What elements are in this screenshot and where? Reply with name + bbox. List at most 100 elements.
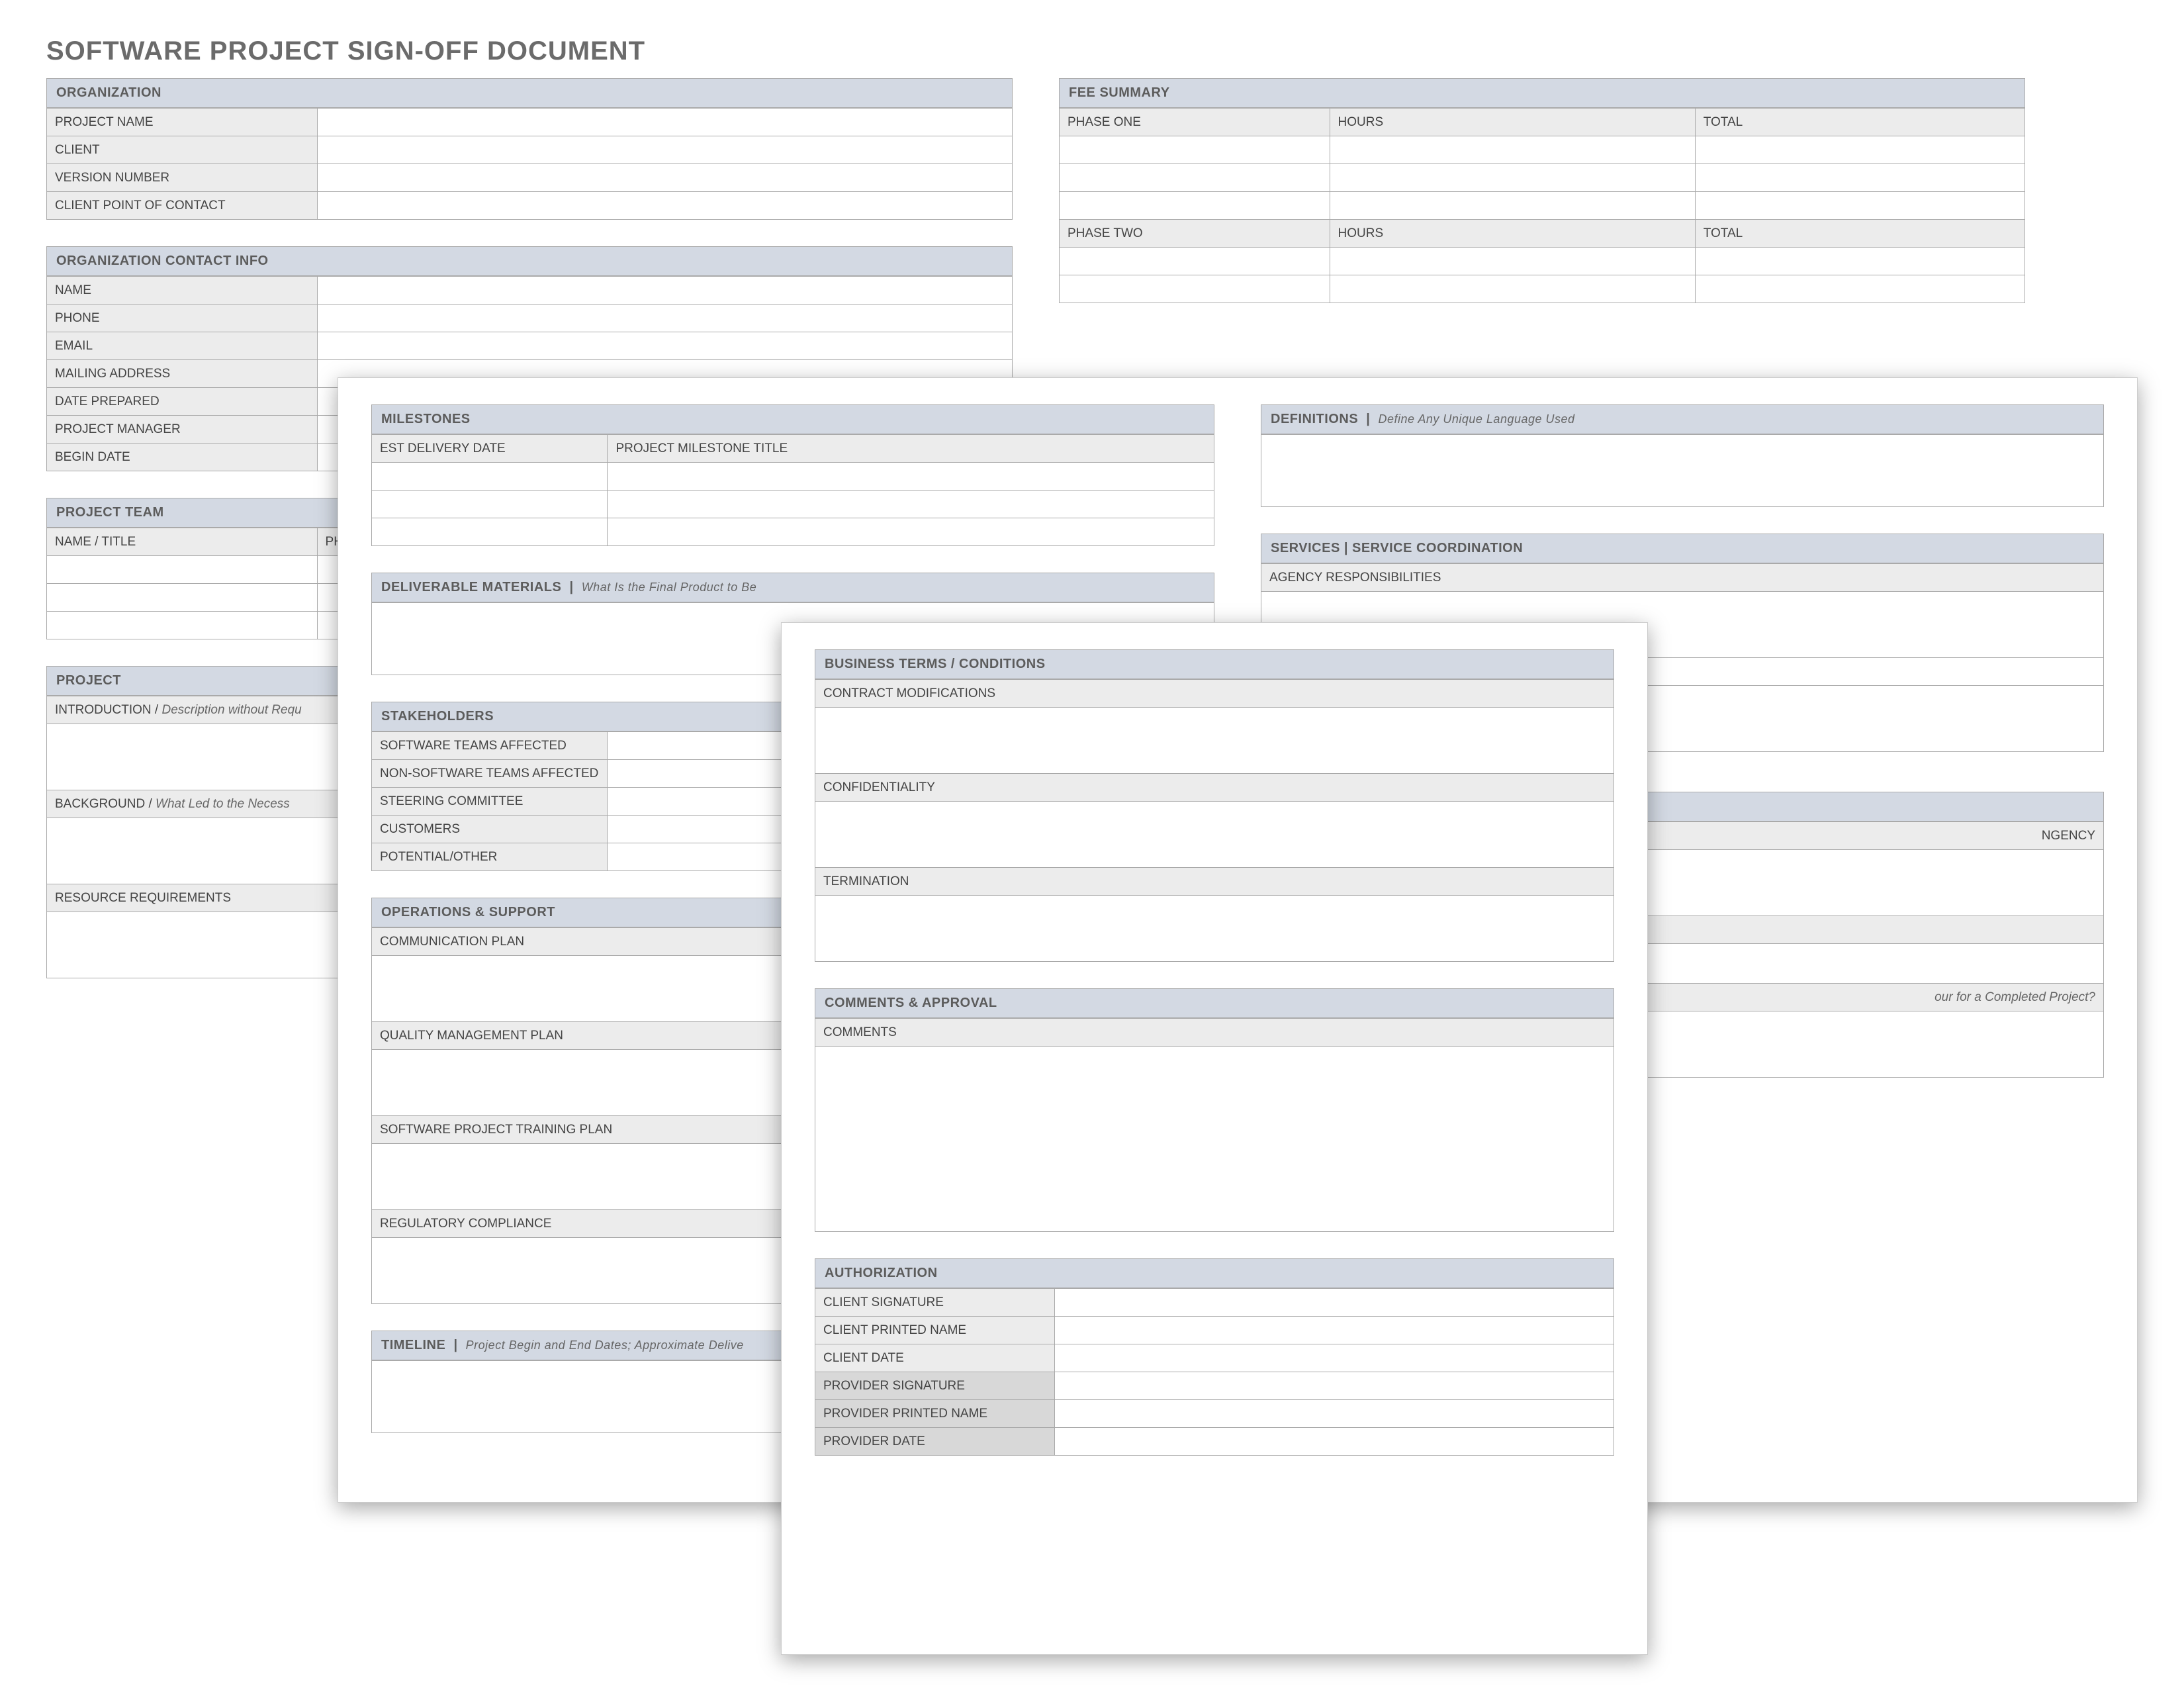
business-terms-table: CONTRACT MODIFICATIONS CONFIDENTIALITY T… <box>815 679 1614 962</box>
ms-r3-b[interactable] <box>608 518 1214 546</box>
bt-term-value[interactable] <box>815 896 1614 962</box>
pt-row1-name[interactable] <box>47 556 318 584</box>
bt-cm-label: CONTRACT MODIFICATIONS <box>815 680 1614 708</box>
definitions-value[interactable] <box>1261 434 2104 507</box>
fs-p1-r1-a[interactable] <box>1060 136 1330 164</box>
auth-psig-label: PROVIDER SIGNATURE <box>815 1372 1055 1400</box>
auth-pdate-label: PROVIDER DATE <box>815 1428 1055 1456</box>
oc-begin-label: BEGIN DATE <box>47 444 318 471</box>
oc-name-value[interactable] <box>317 277 1012 305</box>
deliverables-header-text: DELIVERABLE MATERIALS <box>381 580 561 594</box>
timeline-hint: Project Begin and End Dates; Approximate… <box>466 1338 744 1352</box>
comments-value[interactable] <box>815 1047 1614 1232</box>
org-poc-label: CLIENT POINT OF CONTACT <box>47 192 318 220</box>
organization-table: PROJECT NAME CLIENT VERSION NUMBER CLIEN… <box>46 108 1013 220</box>
bt-conf-label: CONFIDENTIALITY <box>815 774 1614 802</box>
milestones-header: MILESTONES <box>371 404 1214 434</box>
auth-cname-value[interactable] <box>1055 1317 1614 1344</box>
deliverables-header: DELIVERABLE MATERIALS | What Is the Fina… <box>371 573 1214 602</box>
organization-section: ORGANIZATION PROJECT NAME CLIENT VERSION… <box>46 78 1013 220</box>
fs-p1-r2-a[interactable] <box>1060 164 1330 192</box>
comments-label: COMMENTS <box>815 1019 1614 1047</box>
proj-bg-text: BACKGROUND / <box>55 797 152 811</box>
timeline-header-text: TIMELINE <box>381 1338 445 1352</box>
definitions-header-text: DEFINITIONS <box>1271 412 1358 426</box>
sh-nonsoftware: NON-SOFTWARE TEAMS AFFECTED <box>372 760 608 788</box>
auth-csig-label: CLIENT SIGNATURE <box>815 1289 1055 1317</box>
auth-cname-label: CLIENT PRINTED NAME <box>815 1317 1055 1344</box>
fs-p2-r1-b[interactable] <box>1330 248 1695 275</box>
auth-pdate-value[interactable] <box>1055 1428 1614 1456</box>
bt-conf-value[interactable] <box>815 802 1614 868</box>
fs-hours2: HOURS <box>1330 220 1695 248</box>
fs-phase2: PHASE TWO <box>1060 220 1330 248</box>
authorization-header: AUTHORIZATION <box>815 1258 1614 1288</box>
auth-csig-value[interactable] <box>1055 1289 1614 1317</box>
pt-row2-name[interactable] <box>47 584 318 612</box>
bt-term-label: TERMINATION <box>815 868 1614 896</box>
definitions-header: DEFINITIONS | Define Any Unique Language… <box>1261 404 2104 434</box>
org-project-name-value[interactable] <box>317 109 1012 136</box>
fs-p1-r1-b[interactable] <box>1330 136 1695 164</box>
pt-row3-name[interactable] <box>47 612 318 639</box>
milestones-section: MILESTONES EST DELIVERY DATE PROJECT MIL… <box>371 404 1214 546</box>
comments-header: COMMENTS & APPROVAL <box>815 988 1614 1018</box>
comments-section: COMMENTS & APPROVAL COMMENTS <box>815 988 1614 1232</box>
fs-p2-r2-a[interactable] <box>1060 275 1330 303</box>
oc-dateprep-label: DATE PREPARED <box>47 388 318 416</box>
fs-hours1: HOURS <box>1330 109 1695 136</box>
fee-summary-section: FEE SUMMARY PHASE ONE HOURS TOTAL PHASE … <box>1059 78 2025 303</box>
business-terms-header: BUSINESS TERMS / CONDITIONS <box>815 649 1614 679</box>
ms-col2: PROJECT MILESTONE TITLE <box>608 435 1214 463</box>
ms-col1: EST DELIVERY DATE <box>372 435 608 463</box>
fs-p1-r2-c[interactable] <box>1695 164 2025 192</box>
ms-r2-a[interactable] <box>372 491 608 518</box>
oc-phone-value[interactable] <box>317 305 1012 332</box>
fs-p1-r3-c[interactable] <box>1695 192 2025 220</box>
fs-p1-r1-c[interactable] <box>1695 136 2025 164</box>
auth-pname-value[interactable] <box>1055 1400 1614 1428</box>
bt-cm-value[interactable] <box>815 708 1614 774</box>
page-3: BUSINESS TERMS / CONDITIONS CONTRACT MOD… <box>781 622 1648 1655</box>
org-version-value[interactable] <box>317 164 1012 192</box>
fs-p2-r2-b[interactable] <box>1330 275 1695 303</box>
org-project-name-label: PROJECT NAME <box>47 109 318 136</box>
oc-email-value[interactable] <box>317 332 1012 360</box>
org-poc-value[interactable] <box>317 192 1012 220</box>
fs-p2-r2-c[interactable] <box>1695 275 2025 303</box>
services-header: SERVICES | SERVICE COORDINATION <box>1261 534 2104 563</box>
deliverables-hint: What Is the Final Product to Be <box>582 581 757 594</box>
oc-mail-label: MAILING ADDRESS <box>47 360 318 388</box>
fs-p2-r1-c[interactable] <box>1695 248 2025 275</box>
auth-cdate-label: CLIENT DATE <box>815 1344 1055 1372</box>
fee-summary-table: PHASE ONE HOURS TOTAL PHASE TWO HOURS TO… <box>1059 108 2025 303</box>
fs-p2-r1-a[interactable] <box>1060 248 1330 275</box>
oc-phone-label: PHONE <box>47 305 318 332</box>
fs-p1-r3-b[interactable] <box>1330 192 1695 220</box>
authorization-section: AUTHORIZATION CLIENT SIGNATURE CLIENT PR… <box>815 1258 1614 1456</box>
document-title: SOFTWARE PROJECT SIGN-OFF DOCUMENT <box>46 36 2025 66</box>
ms-r2-b[interactable] <box>608 491 1214 518</box>
milestones-table: EST DELIVERY DATE PROJECT MILESTONE TITL… <box>371 434 1214 546</box>
org-contact-header: ORGANIZATION CONTACT INFO <box>46 246 1013 276</box>
sh-other: POTENTIAL/OTHER <box>372 843 608 871</box>
org-client-label: CLIENT <box>47 136 318 164</box>
auth-cdate-value[interactable] <box>1055 1344 1614 1372</box>
auth-psig-value[interactable] <box>1055 1372 1614 1400</box>
ms-r1-a[interactable] <box>372 463 608 491</box>
fs-p1-r2-b[interactable] <box>1330 164 1695 192</box>
fs-total2: TOTAL <box>1695 220 2025 248</box>
org-client-value[interactable] <box>317 136 1012 164</box>
org-version-label: VERSION NUMBER <box>47 164 318 192</box>
business-terms-section: BUSINESS TERMS / CONDITIONS CONTRACT MOD… <box>815 649 1614 962</box>
ms-r1-b[interactable] <box>608 463 1214 491</box>
proj-intro-hint: Description without Requ <box>162 703 302 717</box>
fs-total1: TOTAL <box>1695 109 2025 136</box>
sh-software: SOFTWARE TEAMS AFFECTED <box>372 732 608 760</box>
proj-intro-text: INTRODUCTION / <box>55 703 158 717</box>
ms-r3-a[interactable] <box>372 518 608 546</box>
oc-name-label: NAME <box>47 277 318 305</box>
sh-steering: STEERING COMMITTEE <box>372 788 608 816</box>
fs-p1-r3-a[interactable] <box>1060 192 1330 220</box>
fee-summary-header: FEE SUMMARY <box>1059 78 2025 108</box>
